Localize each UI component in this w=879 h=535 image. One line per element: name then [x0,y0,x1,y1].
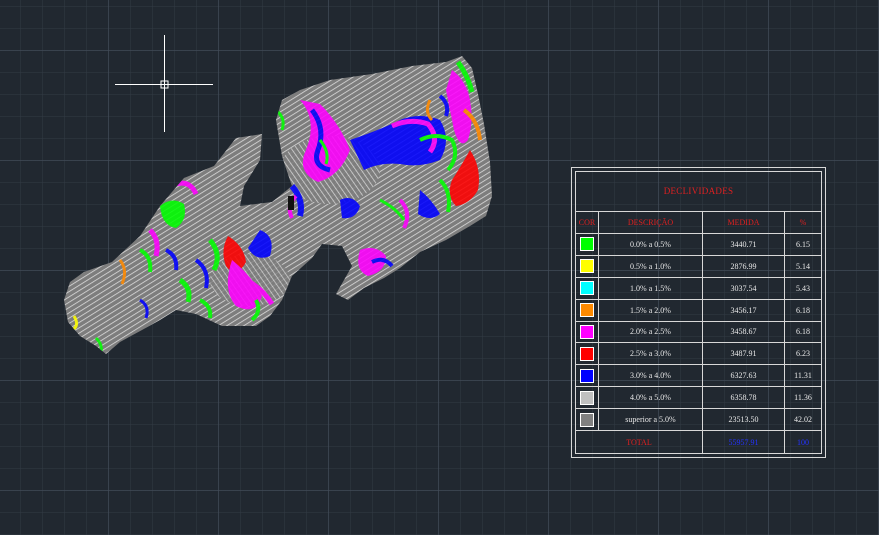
color-swatch [580,281,594,296]
row-descricao: 3.0% a 4.0% [599,365,703,387]
legend-header-row: COR DESCRIÇÃO MEDIDA % [576,212,821,234]
color-swatch [580,368,594,383]
header-descricao: DESCRIÇÃO [599,212,703,233]
legend-row: 1.0% a 1.5% 3037.54 5.43 [576,277,821,300]
header-percent: % [799,217,807,227]
row-medida: 3458.67 [703,321,785,343]
row-percent: 11.31 [794,371,812,381]
legend-title: DECLIVIDADES [576,172,821,212]
legend-row: 4.0% a 5.0% 6358.78 11.36 [576,387,821,410]
color-swatch [580,390,594,405]
total-percent: 100 [797,437,809,447]
slope-legend-table[interactable]: DECLIVIDADES COR DESCRIÇÃO MEDIDA % 0.0%… [571,167,826,458]
row-medida: 23513.50 [703,409,785,431]
row-percent: 6.23 [796,349,810,359]
row-descricao: 1.5% a 2.0% [599,299,703,321]
color-swatch [580,412,594,427]
row-descricao: 4.0% a 5.0% [599,387,703,409]
row-medida: 2876.99 [703,255,785,277]
row-percent: 5.43 [796,283,810,293]
header-medida: MEDIDA [703,212,785,233]
legend-total-row: TOTAL 55957.91 100 [576,431,821,453]
legend-row: 2.5% a 3.0% 3487.91 6.23 [576,343,821,366]
crosshair-cursor-icon [115,35,213,132]
gap-marker [288,196,294,210]
row-descricao: 1.0% a 1.5% [599,277,703,299]
row-percent: 6.18 [796,327,810,337]
total-medida: 55957.91 [703,431,785,453]
legend-row: superior a 5.0% 23513.50 42.02 [576,409,821,432]
cad-model-space[interactable]: DECLIVIDADES COR DESCRIÇÃO MEDIDA % 0.0%… [0,0,879,535]
legend-row: 3.0% a 4.0% 6327.63 11.31 [576,365,821,388]
header-cor: COR [576,212,599,233]
row-percent: 42.02 [794,415,812,425]
row-medida: 3487.91 [703,343,785,365]
row-medida: 6327.63 [703,365,785,387]
row-medida: 3037.54 [703,277,785,299]
row-descricao: superior a 5.0% [599,409,703,431]
legend-row: 0.0% a 0.5% 3440.71 6.15 [576,233,821,256]
row-medida: 6358.78 [703,387,785,409]
color-swatch [580,237,594,252]
color-swatch [580,346,594,361]
row-descricao: 2.5% a 3.0% [599,343,703,365]
legend-row: 2.0% a 2.5% 3458.67 6.18 [576,321,821,344]
row-percent: 5.14 [796,261,810,271]
total-label: TOTAL [576,431,703,453]
row-medida: 3456.17 [703,299,785,321]
row-medida: 3440.71 [703,233,785,255]
color-swatch [580,303,594,318]
row-descricao: 0.0% a 0.5% [599,233,703,255]
row-percent: 6.18 [796,305,810,315]
color-swatch [580,324,594,339]
legend-row: 0.5% a 1.0% 2876.99 5.14 [576,255,821,278]
legend-row: 1.5% a 2.0% 3456.17 6.18 [576,299,821,322]
row-percent: 11.36 [794,393,812,403]
row-percent: 6.15 [796,239,810,249]
row-descricao: 0.5% a 1.0% [599,255,703,277]
row-descricao: 2.0% a 2.5% [599,321,703,343]
color-swatch [580,259,594,274]
